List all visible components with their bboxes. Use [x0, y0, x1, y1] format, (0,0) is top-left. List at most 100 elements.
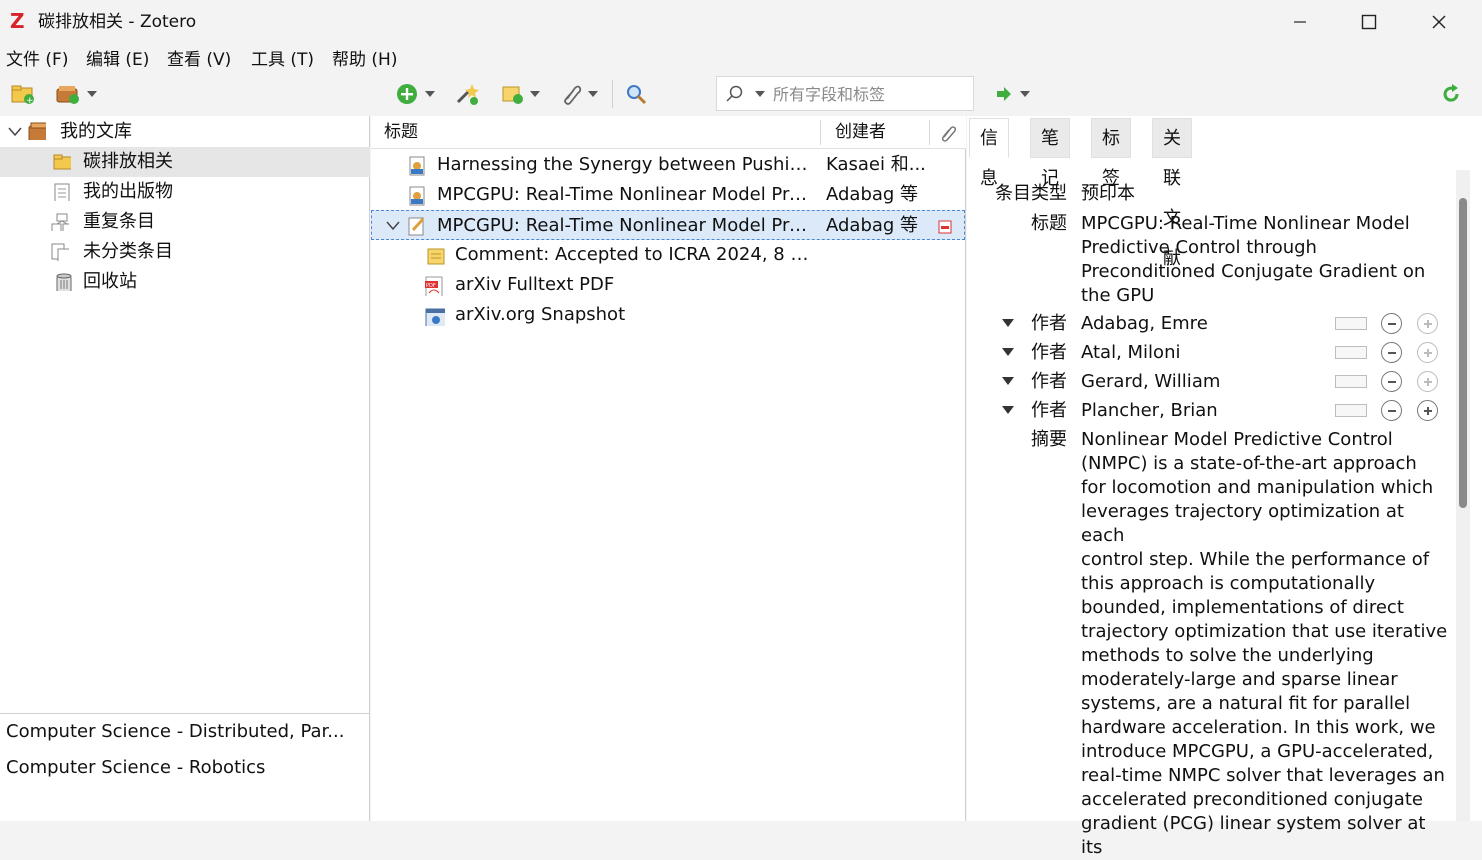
search-mode-chevron-icon[interactable] [755, 91, 765, 97]
attachment-column-paperclip-icon[interactable] [939, 124, 957, 142]
add-by-identifier-button[interactable] [454, 76, 480, 112]
menu-edit[interactable]: 编辑 (E) [86, 48, 149, 72]
locate-button[interactable] [994, 76, 1030, 112]
document-icon [54, 183, 70, 201]
close-button[interactable] [1405, 0, 1473, 44]
creator-type-label[interactable]: 作者 [1031, 370, 1067, 394]
remove-creator-button[interactable] [1381, 371, 1402, 392]
creator-type-dropdown-icon[interactable] [1002, 319, 1014, 327]
item-creator: Kasaei 和... [826, 154, 926, 175]
add-creator-button[interactable] [1417, 342, 1438, 363]
child-item-row[interactable]: arXiv.org Snapshot [371, 300, 965, 330]
collection-label: 我的出版物 [83, 181, 173, 202]
title-bar: Z 碳排放相关 - Zotero [0, 0, 1482, 44]
minimize-icon [1294, 21, 1306, 23]
menu-view[interactable]: 查看 (V) [167, 48, 231, 72]
creator-name[interactable]: Plancher, Brian [1081, 399, 1218, 423]
abstract-line: trajectory optimization that use iterati… [1081, 621, 1448, 642]
maximize-button[interactable] [1335, 0, 1403, 44]
chevron-down-icon[interactable] [8, 127, 22, 137]
plus-icon [1423, 319, 1432, 328]
creator-type-label[interactable]: 作者 [1031, 312, 1067, 336]
item-row[interactable]: Harnessing the Synergy between Pushing..… [371, 150, 965, 180]
title-value[interactable]: MPCGPU: Real-Time Nonlinear Model Predic… [1081, 212, 1441, 308]
abstract-label: 摘要 [1031, 429, 1067, 450]
item-row[interactable]: MPCGPU: Real-Time Nonlinear Model Pre...… [371, 180, 965, 210]
abstract-line: hardware acceleration. In this work, we [1081, 717, 1436, 738]
preprint-icon [409, 186, 425, 206]
menu-tools[interactable]: 工具 (T) [251, 48, 314, 72]
creator-name[interactable]: Gerard, William [1081, 370, 1220, 394]
name-mode-switch[interactable] [1335, 375, 1367, 388]
chevron-down-icon [87, 91, 97, 97]
tag-item[interactable]: Computer Science - Robotics [6, 756, 265, 780]
sync-button[interactable] [1440, 76, 1462, 112]
item-type-value[interactable]: 预印本 [1081, 182, 1135, 206]
name-mode-switch[interactable] [1335, 404, 1367, 417]
remove-creator-button[interactable] [1381, 400, 1402, 421]
chevron-down-icon[interactable] [386, 221, 400, 231]
creator-name[interactable]: Atal, Miloni [1081, 341, 1180, 365]
collection-item-duplicates[interactable]: 重复条目 [0, 207, 370, 237]
new-note-button[interactable] [500, 76, 540, 112]
child-item-row[interactable]: PDF arXiv Fulltext PDF [371, 270, 965, 300]
collection-label: 碳排放相关 [83, 151, 173, 172]
tab-notes[interactable]: 笔记 [1030, 118, 1070, 189]
creator-type-label[interactable]: 作者 [1031, 399, 1067, 423]
remove-creator-button[interactable] [1381, 313, 1402, 334]
item-row-selected[interactable]: MPCGPU: Real-Time Nonlinear Model Pre...… [371, 210, 965, 240]
scrollbar-thumb[interactable] [1459, 198, 1467, 508]
add-attachment-button[interactable] [560, 76, 598, 112]
new-library-button[interactable] [55, 76, 97, 112]
plus-icon [1423, 406, 1432, 415]
child-item-row[interactable]: Comment: Accepted to ICRA 2024, 8 pa... [371, 240, 965, 270]
item-pane: 信息 笔记 标签 关联文献 条目类型 预印本 标题 MPCGPU: Real-T… [967, 116, 1482, 858]
remove-creator-button[interactable] [1381, 342, 1402, 363]
search-input[interactable] [773, 83, 963, 105]
chevron-down-icon [425, 91, 435, 97]
tab-tags[interactable]: 标签 [1091, 118, 1131, 189]
name-mode-switch[interactable] [1335, 317, 1367, 330]
add-creator-button[interactable] [1417, 371, 1438, 392]
advanced-search-button[interactable] [625, 76, 649, 112]
tag-item[interactable]: Computer Science - Distributed, Par... [6, 720, 344, 744]
collections-pane: 我的文库 碳排放相关 我的出版物 重复条目 未分类条目 回收站 Computer… [0, 116, 370, 821]
menu-help[interactable]: 帮助 (H) [332, 48, 397, 72]
library-row[interactable]: 我的文库 [0, 117, 370, 147]
search-icon[interactable] [725, 84, 745, 104]
collection-item-trash[interactable]: 回收站 [0, 267, 370, 297]
collection-label: 回收站 [83, 271, 137, 292]
creator-row: 作者 Adabag, Emre [967, 311, 1457, 337]
item-pane-scrollbar[interactable] [1456, 170, 1470, 821]
library-label: 我的文库 [60, 121, 132, 142]
column-separator[interactable] [820, 120, 821, 145]
creator-type-dropdown-icon[interactable] [1002, 406, 1014, 414]
menu-file[interactable]: 文件 (F) [6, 48, 68, 72]
collection-item-carbon[interactable]: 碳排放相关 [0, 147, 370, 177]
pdf-attachment-icon[interactable] [938, 220, 952, 234]
new-collection-button[interactable]: + [10, 76, 36, 112]
tab-related[interactable]: 关联文献 [1152, 118, 1192, 269]
column-header-title[interactable]: 标题 [384, 116, 418, 149]
window-title: 碳排放相关 - Zotero [38, 12, 197, 32]
minimize-button[interactable] [1266, 0, 1334, 44]
abstract-line: for locomotion and manipulation which [1081, 477, 1434, 498]
creator-row: 作者 Gerard, William [967, 369, 1457, 395]
add-creator-button[interactable] [1417, 313, 1438, 334]
creator-name[interactable]: Adabag, Emre [1081, 312, 1208, 336]
column-separator[interactable] [929, 120, 930, 145]
collection-item-unfiled[interactable]: 未分类条目 [0, 237, 370, 267]
tab-info[interactable]: 信息 [969, 118, 1009, 189]
collection-item-my-publications[interactable]: 我的出版物 [0, 177, 370, 207]
creator-type-dropdown-icon[interactable] [1002, 377, 1014, 385]
new-item-button[interactable] [395, 76, 435, 112]
note-icon [427, 248, 445, 265]
name-mode-switch[interactable] [1335, 346, 1367, 359]
abstract-value[interactable]: Nonlinear Model Predictive Control (NMPC… [1081, 428, 1451, 860]
arrow-right-icon [997, 87, 1011, 101]
column-header-creator[interactable]: 创建者 [835, 116, 886, 149]
creator-type-label[interactable]: 作者 [1031, 341, 1067, 365]
add-creator-button[interactable] [1417, 400, 1438, 421]
plus-icon [1423, 377, 1432, 386]
creator-type-dropdown-icon[interactable] [1002, 348, 1014, 356]
